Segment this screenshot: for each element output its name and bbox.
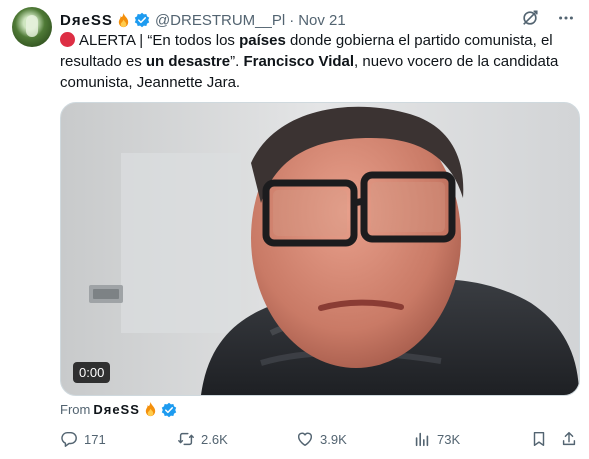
video-player[interactable]: 0:00 bbox=[60, 102, 580, 396]
tweet-text-bold: Francisco Vidal bbox=[243, 53, 355, 70]
repost-count: 2.6K bbox=[201, 431, 228, 447]
like-button[interactable]: 3.9K bbox=[296, 430, 347, 448]
bookmark-icon bbox=[533, 431, 545, 447]
reply-icon bbox=[61, 431, 77, 447]
tweet-text: ALERTA | “En todos los países donde gobi… bbox=[60, 30, 572, 93]
from-attribution: From DяeSS bbox=[60, 401, 177, 418]
like-icon bbox=[297, 432, 313, 447]
avatar[interactable] bbox=[12, 7, 52, 47]
top-actions bbox=[521, 9, 575, 27]
video-timestamp: 0:00 bbox=[73, 362, 111, 383]
tweet-text-bold: países bbox=[239, 32, 286, 49]
fire-emoji-icon bbox=[118, 12, 129, 27]
from-label: From bbox=[60, 402, 91, 417]
fire-emoji-icon bbox=[145, 402, 156, 417]
verified-badge-icon bbox=[134, 12, 150, 28]
tweet-text-part: ALERTA | “En todos los bbox=[79, 32, 240, 49]
tweet-date[interactable]: Nov 21 bbox=[298, 12, 346, 29]
views-button[interactable]: 73K bbox=[413, 430, 460, 448]
view-count: 73K bbox=[437, 431, 461, 447]
reply-count: 171 bbox=[84, 431, 106, 447]
verified-badge-icon bbox=[161, 402, 177, 417]
separator-dot: · bbox=[289, 11, 295, 29]
bookmark-button[interactable] bbox=[530, 430, 548, 448]
share-icon bbox=[562, 431, 576, 446]
tweet-text-part: ”. bbox=[230, 53, 244, 70]
repost-button[interactable]: 2.6K bbox=[177, 430, 228, 448]
grok-icon[interactable] bbox=[521, 9, 539, 27]
more-icon[interactable] bbox=[557, 9, 575, 27]
tweet-actions: 171 2.6K 3.9K 73K bbox=[60, 430, 578, 452]
author-name[interactable]: DяeSS bbox=[60, 12, 113, 29]
reply-button[interactable]: 171 bbox=[60, 430, 106, 448]
tweet-text-bold: un desastre bbox=[145, 53, 231, 70]
views-icon bbox=[415, 432, 429, 447]
tweet-header: DяeSS @DRESTRUM__Pl · Nov 21 bbox=[60, 10, 346, 30]
author-handle[interactable]: @DRESTRUM__Pl bbox=[155, 12, 285, 29]
red-circle-icon bbox=[60, 32, 75, 47]
share-button[interactable] bbox=[560, 430, 578, 448]
repost-icon bbox=[178, 432, 194, 446]
like-count: 3.9K bbox=[320, 431, 347, 447]
from-author-link[interactable]: DяeSS bbox=[93, 402, 140, 417]
video-frame bbox=[61, 103, 579, 395]
